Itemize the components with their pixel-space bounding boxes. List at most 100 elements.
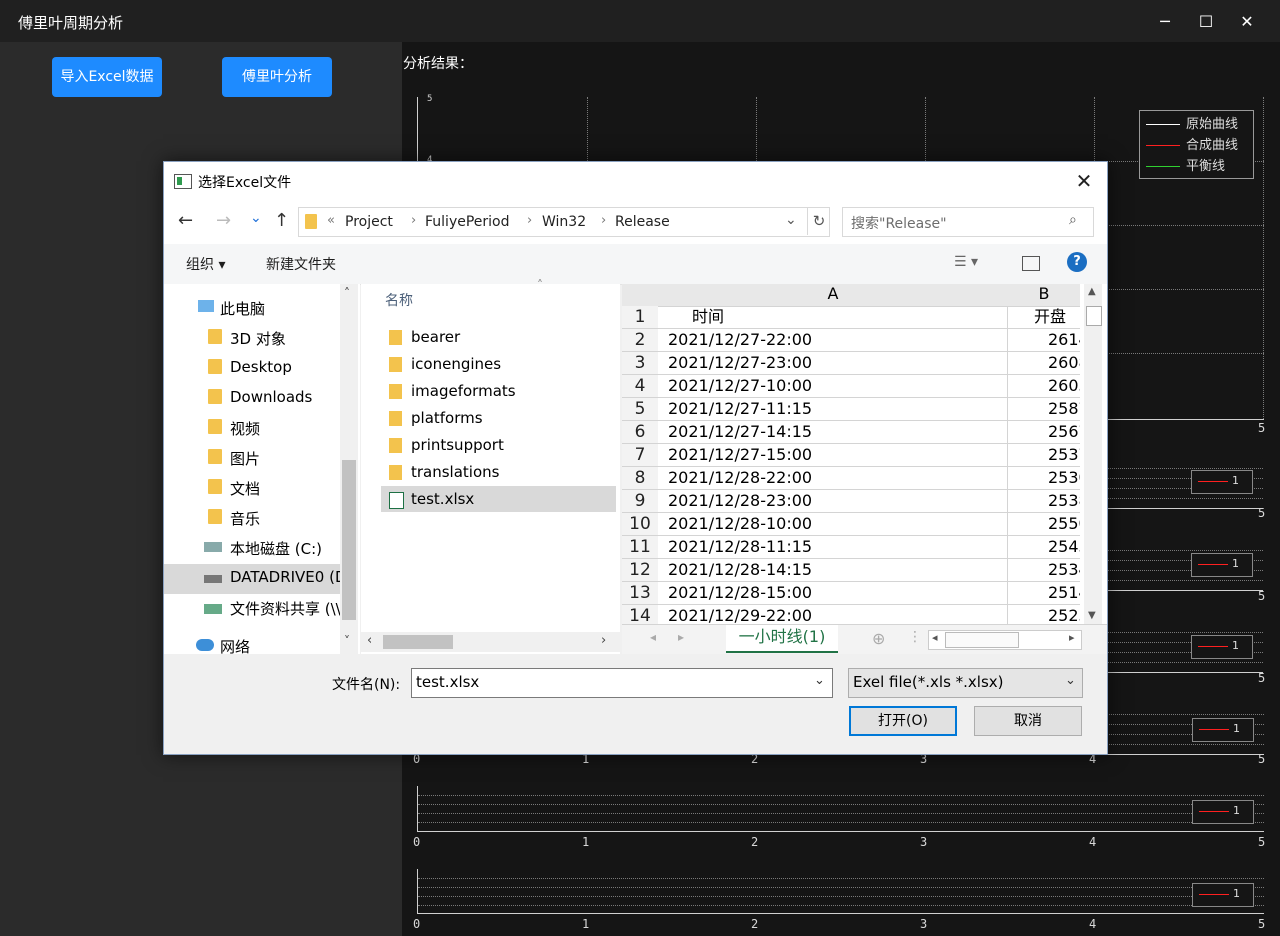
scroll-right-icon[interactable]: ▸ [1069, 631, 1075, 644]
import-excel-button[interactable]: 导入Excel数据 [52, 57, 162, 97]
minimize-button[interactable]: ─ [1150, 10, 1180, 34]
list-item-selected[interactable]: test.xlsx [381, 486, 616, 512]
cell-a: 2021/12/27-15:00 [658, 444, 1008, 467]
recent-locations-icon[interactable]: ⌄ [250, 210, 262, 226]
breadcrumb-overflow[interactable]: « [327, 213, 335, 228]
fourier-analysis-button[interactable]: 傅里叶分析 [222, 57, 332, 97]
nav-item-3d-objects[interactable]: 3D 对象 [230, 328, 286, 349]
nav-scrollbar[interactable]: ˄ ˅ [340, 284, 358, 654]
cell-b: 2537 [1008, 444, 1080, 467]
x-tick: 5 [1258, 506, 1266, 520]
nav-item-videos[interactable]: 视频 [230, 418, 260, 439]
excel-file-icon [389, 492, 404, 509]
cell-a: 2021/12/28-11:15 [658, 536, 1008, 559]
row-header: 13 [622, 582, 658, 605]
breadcrumb-release[interactable]: Release [615, 214, 670, 230]
nav-item-music[interactable]: 音乐 [230, 508, 260, 529]
cell-b: 开盘 [1008, 306, 1080, 329]
sheet-hscrollbar[interactable]: ◂ ▸ [928, 630, 1082, 650]
chevron-down-icon[interactable]: ⌄ [785, 212, 797, 228]
main-chart-legend: 原始曲线 合成曲线 平衡线 [1139, 110, 1254, 179]
scroll-left-icon[interactable]: ‹ [367, 633, 372, 648]
up-arrow-icon[interactable]: ↑ [274, 210, 289, 231]
folder-icon [389, 330, 402, 345]
small-chart: 1 [417, 869, 1264, 914]
next-sheet-icon[interactable]: ▸ [678, 630, 684, 644]
dialog-close-button[interactable]: ✕ [1069, 167, 1099, 195]
breadcrumb-project[interactable]: Project [345, 214, 393, 230]
list-item[interactable]: printsupport [381, 432, 616, 458]
nav-item-this-pc[interactable]: 此电脑 [220, 298, 265, 319]
nav-item-pictures[interactable]: 图片 [230, 448, 260, 469]
file-list: 名称 ˄ bearer iconengines imageformats pla… [361, 278, 620, 654]
horizontal-scrollbar[interactable]: ‹ › [361, 632, 620, 652]
scroll-thumb[interactable] [383, 635, 453, 649]
list-item[interactable]: iconengines [381, 351, 616, 377]
row-header: 7 [622, 444, 658, 467]
nav-item-downloads[interactable]: Downloads [230, 388, 312, 406]
preview-vscrollbar[interactable]: ▲ ▼ [1084, 284, 1102, 624]
maximize-button[interactable]: ☐ [1191, 10, 1221, 34]
folder-icon [208, 449, 222, 464]
back-arrow-icon[interactable]: ← [178, 210, 193, 231]
column-header-name[interactable]: 名称 [385, 290, 413, 310]
nav-item-desktop[interactable]: Desktop [230, 358, 292, 376]
search-input[interactable]: 搜索"Release" ⌕ [842, 207, 1094, 237]
scroll-down-icon[interactable]: ▼ [1088, 610, 1096, 621]
window-title: 傅里叶周期分析 [18, 14, 124, 32]
new-folder-button[interactable]: 新建文件夹 [266, 254, 336, 274]
filetype-select[interactable]: Exel file(*.xls *.xlsx) ⌄ [848, 668, 1083, 698]
chevron-down-icon[interactable]: ⌄ [814, 673, 825, 688]
scroll-left-icon[interactable]: ◂ [932, 631, 938, 644]
prev-sheet-icon[interactable]: ◂ [650, 630, 656, 644]
folder-icon [208, 329, 222, 344]
sheet-tab[interactable]: 一小时线(1) [726, 625, 838, 653]
scroll-down-icon[interactable]: ˅ [344, 634, 350, 648]
folder-icon [389, 357, 402, 372]
scroll-right-icon[interactable]: › [601, 633, 606, 648]
network-icon [196, 639, 214, 651]
navigation-pane: 此电脑 3D 对象 Desktop Downloads 视频 图片 文档 音乐 … [164, 284, 360, 656]
drive-icon [204, 542, 222, 552]
close-button[interactable]: ✕ [1232, 10, 1262, 34]
nav-item-file-share[interactable]: 文件资料共享 (\\ [230, 598, 341, 619]
filename-input[interactable]: test.xlsx ⌄ [411, 668, 833, 698]
forward-arrow-icon[interactable]: → [216, 210, 231, 231]
preview-pane: A B 1时间开盘22021/12/27-22:00261432021/12/2… [622, 284, 1107, 655]
organize-menu[interactable]: 组织 ▾ [186, 254, 225, 274]
refresh-icon[interactable]: ↻ [807, 207, 830, 235]
scroll-thumb[interactable] [945, 632, 1019, 648]
view-options-icon[interactable]: ☰ ▾ [954, 254, 978, 270]
nav-item-documents[interactable]: 文档 [230, 478, 260, 499]
scroll-thumb[interactable] [1086, 306, 1102, 326]
small-chart: 1 [1107, 458, 1263, 509]
cancel-button[interactable]: 取消 [974, 706, 1082, 736]
list-item[interactable]: bearer [381, 324, 616, 350]
small-chart: 1 [1107, 540, 1263, 591]
nav-item-local-disk-c[interactable]: 本地磁盘 (C:) [230, 538, 322, 559]
list-item[interactable]: imageformats [381, 378, 616, 404]
row-header: 4 [622, 375, 658, 398]
cell-b: 2614 [1008, 329, 1080, 352]
chevron-down-icon: ⌄ [1065, 673, 1076, 688]
list-item[interactable]: translations [381, 459, 616, 485]
preview-pane-icon[interactable] [1022, 256, 1040, 271]
cell-a: 2021/12/28-22:00 [658, 467, 1008, 490]
list-item[interactable]: platforms [381, 405, 616, 431]
address-bar[interactable]: « Project › FuliyePeriod › Win32 › Relea… [298, 207, 830, 237]
scroll-thumb[interactable] [342, 460, 356, 620]
dialog-title-bar [164, 162, 1107, 200]
x-tick: 3 [920, 835, 928, 849]
breadcrumb-win32[interactable]: Win32 [542, 214, 586, 230]
scroll-up-icon[interactable]: ▲ [1088, 286, 1096, 297]
more-options-icon[interactable]: ⋮ [908, 629, 922, 645]
breadcrumb-fuliyeperiod[interactable]: FuliyePeriod [425, 214, 510, 230]
y-tick: 5 [427, 94, 433, 104]
help-icon[interactable]: ? [1067, 252, 1087, 272]
x-tick: 5 [1258, 917, 1266, 931]
cell-a: 2021/12/28-10:00 [658, 513, 1008, 536]
add-sheet-icon[interactable]: ⊕ [872, 629, 885, 648]
nav-item-datadrive0[interactable]: DATADRIVE0 (D [230, 568, 347, 586]
scroll-up-icon[interactable]: ˄ [344, 286, 350, 300]
open-button[interactable]: 打开(O) [849, 706, 957, 736]
